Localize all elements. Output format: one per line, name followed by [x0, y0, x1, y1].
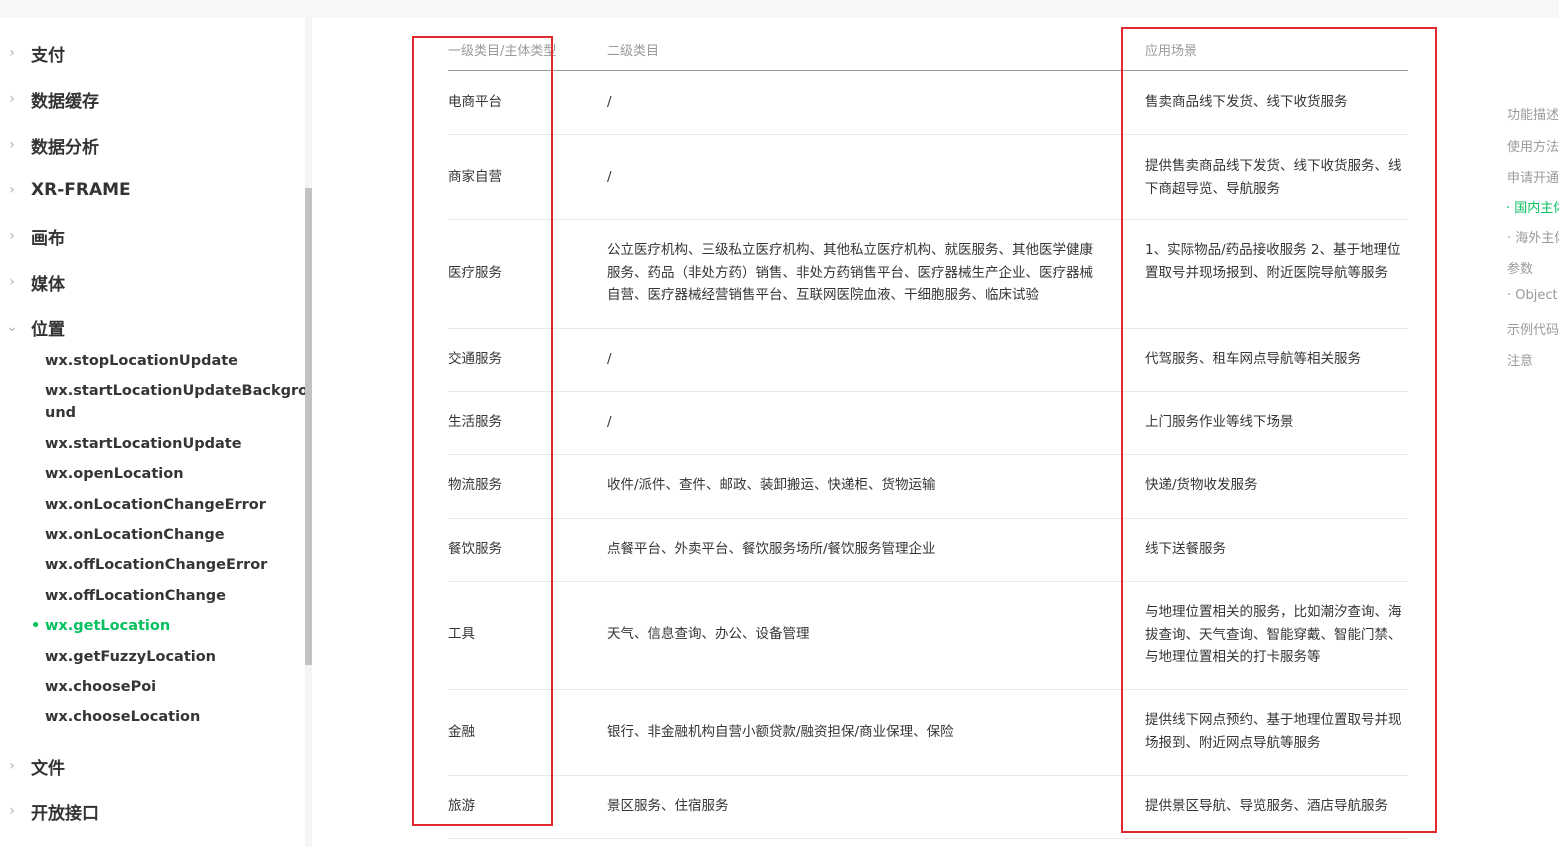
sidebar-subitem[interactable]: wx.stopLocationUpdate — [45, 350, 285, 372]
table-cell: / — [607, 94, 612, 110]
sidebar-item-open-api[interactable]: › 开放接口 — [0, 796, 300, 826]
chevron-right-icon: › — [9, 274, 15, 290]
sidebar-scrollbar-thumb[interactable] — [305, 188, 312, 665]
table-cell: 收件/派件、查件、邮政、装卸搬运、快递柜、货物运输 — [607, 477, 936, 493]
sidebar-item-label: 数据缓存 — [31, 91, 99, 112]
toc-item[interactable]: · Object — [1507, 288, 1558, 303]
sidebar-subitem[interactable]: wx.offLocationChangeError — [45, 554, 285, 576]
table-cell: 景区服务、住宿服务 — [607, 798, 729, 814]
sidebar-subitem[interactable]: wx.openLocation — [45, 463, 285, 485]
sidebar-item-label: 画布 — [31, 228, 65, 249]
sidebar-nav: › 支付 › 数据缓存 › 数据分析 › XR-FRAME › 画布 › 媒体 … — [0, 18, 308, 847]
toc-item[interactable]: 使用方法 — [1507, 136, 1559, 155]
toc-item[interactable]: 示例代码 — [1507, 319, 1559, 338]
table-cell: / — [607, 351, 612, 367]
chevron-right-icon: › — [9, 758, 15, 774]
highlight-box-scenario-column — [1121, 27, 1437, 833]
toc-item-active[interactable]: · 国内主体 — [1506, 197, 1559, 216]
table-cell: 公立医疗机构、三级私立医疗机构、其他私立医疗机构、就医服务、其他医学健康服务、药… — [607, 242, 1093, 303]
chevron-right-icon: › — [9, 803, 15, 819]
chevron-right-icon: › — [9, 45, 15, 61]
chevron-right-icon: › — [9, 182, 15, 198]
table-cell: 点餐平台、外卖平台、餐饮服务场所/餐饮服务管理企业 — [607, 541, 936, 557]
toc-item[interactable]: 功能描述 — [1507, 104, 1559, 123]
toc-item[interactable]: 注意 — [1507, 350, 1533, 369]
sidebar-subitem[interactable]: wx.offLocationChange — [45, 585, 285, 607]
table-cell: 天气、信息查询、办公、设备管理 — [607, 626, 810, 642]
chevron-down-icon: ⌄ — [6, 319, 18, 335]
sidebar-item-canvas[interactable]: › 画布 — [0, 221, 300, 251]
top-bar — [0, 0, 1559, 18]
chevron-right-icon: › — [9, 137, 15, 153]
toc-item[interactable]: 参数 — [1507, 258, 1533, 277]
sidebar-item-xr-frame[interactable]: › XR-FRAME — [0, 175, 300, 205]
chevron-right-icon: › — [9, 91, 15, 107]
table-row-divider — [448, 838, 1408, 839]
sidebar-item-file[interactable]: › 文件 — [0, 751, 300, 781]
table-header-secondary: 二级类目 — [607, 44, 660, 59]
sidebar-subitem[interactable]: wx.startLocationUpdate — [45, 433, 285, 455]
sidebar-subitem[interactable]: wx.onLocationChangeError — [45, 494, 285, 516]
sidebar-item-location[interactable]: ⌄ 位置 — [0, 312, 300, 342]
sidebar-subitem-label: wx.getLocation — [45, 618, 171, 634]
sidebar-item-label: 支付 — [31, 45, 65, 66]
sidebar-subitem[interactable]: wx.chooseLocation — [45, 706, 285, 728]
chevron-right-icon: › — [9, 228, 15, 244]
sidebar-item-label: 位置 — [31, 319, 65, 340]
table-cell: 银行、非金融机构自营小额贷款/融资担保/商业保理、保险 — [607, 724, 954, 740]
toc-item[interactable]: 申请开通 — [1507, 167, 1559, 186]
sidebar-item-label: XR-FRAME — [31, 180, 131, 200]
sidebar-subitem-active[interactable]: • wx.getLocation — [31, 615, 285, 637]
table-cell: / — [607, 414, 612, 430]
table-of-contents: 功能描述 使用方法 申请开通 · 国内主体 · 海外主体 参数 · Object… — [1500, 100, 1559, 380]
sidebar-item-label: 数据分析 — [31, 137, 99, 158]
sidebar-item-analysis[interactable]: › 数据分析 — [0, 130, 300, 160]
sidebar-item-label: 文件 — [31, 758, 65, 779]
sidebar-item-label: 开放接口 — [31, 803, 99, 824]
sidebar-item-storage[interactable]: › 数据缓存 — [0, 84, 300, 114]
sidebar-subitem[interactable]: wx.getFuzzyLocation — [45, 646, 285, 668]
sidebar-subitem[interactable]: wx.choosePoi — [45, 676, 285, 698]
highlight-box-primary-column — [412, 36, 553, 826]
sidebar-item-media[interactable]: › 媒体 — [0, 267, 300, 297]
sidebar-item-pay[interactable]: › 支付 — [0, 38, 300, 68]
toc-item[interactable]: · 海外主体 — [1507, 227, 1559, 246]
sidebar-subitem[interactable]: wx.startLocationUpdateBackgro und — [45, 380, 308, 424]
sidebar-item-label: 媒体 — [31, 274, 65, 295]
active-dot-icon: • — [31, 618, 41, 634]
sidebar-subitem[interactable]: wx.onLocationChange — [45, 524, 285, 546]
table-cell: / — [607, 169, 612, 185]
